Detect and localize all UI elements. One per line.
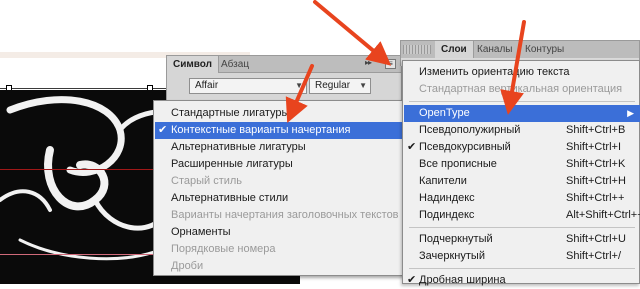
arrow-icon <box>285 64 314 124</box>
arrow-icon <box>500 20 526 115</box>
arrow-icon <box>313 0 392 66</box>
annotation-arrows <box>285 0 526 124</box>
